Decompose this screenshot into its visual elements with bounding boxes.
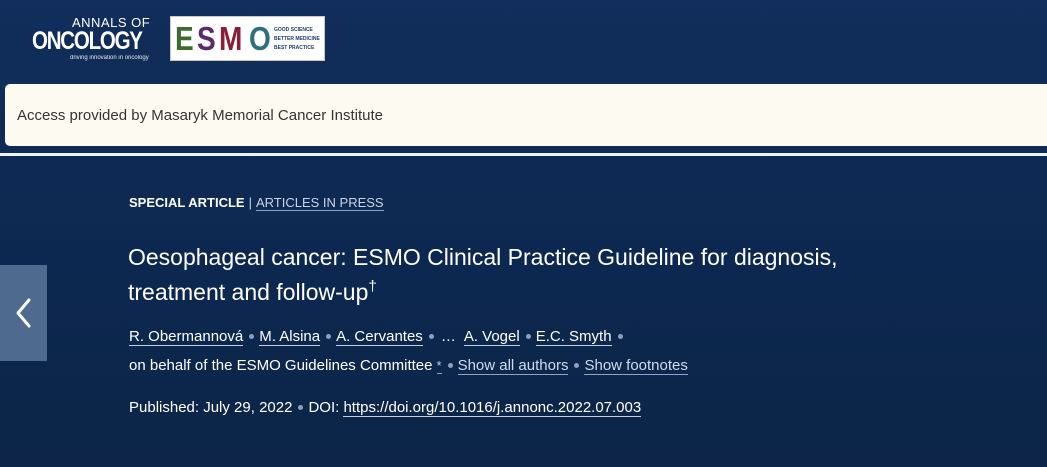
article-type-line: SPECIAL ARTICLE | ARTICLES IN PRESS — [129, 195, 384, 211]
author-separator-dot — [525, 333, 531, 339]
chevron-left-icon — [16, 298, 30, 328]
esmo-letter-e: E — [175, 20, 194, 57]
author-link[interactable]: A. Cervantes — [336, 328, 423, 346]
access-banner: Access provided by Masaryk Memorial Canc… — [5, 84, 1047, 146]
esmo-letter-m: M — [219, 20, 242, 57]
committee-text: on behalf of the ESMO Guidelines Committ… — [129, 357, 433, 374]
esmo-tag-good-science: GOOD SCIENCE — [274, 27, 313, 33]
author-separator-dot — [249, 333, 255, 339]
esmo-letter-s: S — [197, 20, 216, 57]
separator-dot — [574, 362, 580, 368]
authors-ellipsis: … — [440, 328, 456, 345]
esmo-tag-best-practice: BEST PRACTICE — [274, 45, 315, 51]
committee-line: on behalf of the ESMO Guidelines Committ… — [129, 357, 688, 375]
separator-dot — [298, 404, 304, 410]
author-link[interactable]: A. Vogel — [463, 328, 520, 346]
doi-link[interactable]: https://doi.org/10.1016/j.annonc.2022.07… — [343, 399, 642, 417]
esmo-tag-better-medicine: BETTER MEDICINE — [274, 36, 320, 42]
author-link[interactable]: M. Alsina — [259, 328, 321, 346]
author-link[interactable]: R. Obermannová — [129, 328, 244, 346]
logo-tagline: driving innovation in oncology — [70, 55, 149, 61]
author-link[interactable]: E.C. Smyth — [535, 328, 612, 346]
article-type-label: SPECIAL ARTICLE — [129, 195, 245, 210]
doi-label: DOI: — [308, 399, 340, 416]
show-all-authors-link[interactable]: Show all authors — [457, 357, 569, 375]
publication-info: Published: July 29, 2022 DOI: https://doi… — [129, 399, 642, 417]
esmo-tagline: GOOD SCIENCE BETTER MEDICINE BEST PRACTI… — [274, 26, 320, 53]
article-title-text: Oesophageal cancer: ESMO Clinical Practi… — [128, 244, 838, 305]
separator-dot — [447, 362, 453, 368]
show-footnotes-link[interactable]: Show footnotes — [584, 357, 688, 375]
committee-footnote-mark[interactable]: * — [436, 358, 442, 374]
published-date: Published: July 29, 2022 — [129, 399, 293, 416]
logo-oncology-text: ONCOLOGY — [32, 27, 143, 55]
esmo-letters: E S M O — [175, 20, 271, 57]
author-separator-dot — [617, 333, 623, 339]
title-footnote-mark[interactable]: † — [368, 278, 376, 295]
annals-of-oncology-logo[interactable]: ANNALS OF ONCOLOGY driving innovation in… — [30, 14, 152, 66]
header-divider — [0, 153, 1047, 156]
author-separator-dot — [326, 333, 332, 339]
article-type-separator: | — [248, 195, 252, 210]
access-provided-text: Access provided by Masaryk Memorial Canc… — [17, 107, 383, 124]
article-title: Oesophageal cancer: ESMO Clinical Practi… — [128, 240, 848, 310]
author-separator-dot — [428, 333, 434, 339]
articles-in-press-link[interactable]: ARTICLES IN PRESS — [255, 195, 384, 211]
article-page: ANNALS OF ONCOLOGY driving innovation in… — [0, 0, 1047, 467]
authors-list: R. Obermannová M. Alsina A. Cervantes … A. V… — [129, 328, 628, 346]
previous-article-button[interactable] — [0, 265, 47, 361]
esmo-logo[interactable]: E S M O GOOD SCIENCE BETTER MEDICINE BES… — [170, 16, 325, 61]
esmo-letter-o: O — [249, 20, 271, 57]
